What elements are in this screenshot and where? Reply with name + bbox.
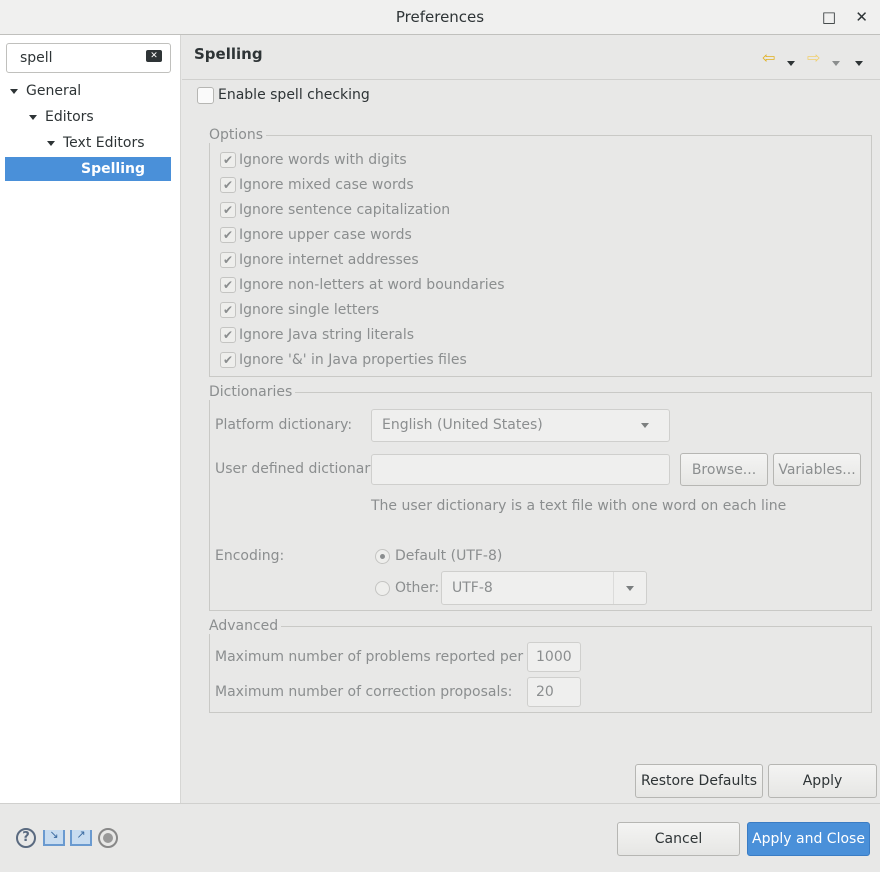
checkmark-icon[interactable]: ✔ bbox=[220, 202, 236, 218]
group-title: Options bbox=[209, 127, 267, 143]
close-icon[interactable]: ✕ bbox=[855, 0, 868, 34]
group-title: Advanced bbox=[209, 618, 282, 634]
user-dictionary-input[interactable] bbox=[371, 454, 670, 485]
checkmark-icon[interactable]: ✔ bbox=[220, 227, 236, 243]
option-label: Ignore sentence capitalization bbox=[239, 202, 451, 218]
record-icon[interactable] bbox=[98, 828, 118, 848]
cancel-button[interactable]: Cancel bbox=[617, 822, 740, 856]
tree-label: Spelling bbox=[81, 161, 145, 177]
view-menu-icon[interactable] bbox=[855, 55, 871, 71]
encoding-label: Encoding: bbox=[215, 548, 285, 564]
option-label: Ignore mixed case words bbox=[239, 177, 414, 193]
sidebar: spell ✕ General Editors Text Editors Spe… bbox=[0, 35, 181, 803]
platform-dictionary-label: Platform dictionary: bbox=[215, 417, 353, 433]
browse-button[interactable]: Browse... bbox=[680, 453, 768, 486]
platform-dictionary-select[interactable]: English (United States) bbox=[371, 409, 670, 442]
back-menu-icon[interactable] bbox=[787, 55, 803, 71]
other-encoding-combo[interactable]: UTF-8 bbox=[441, 571, 647, 605]
apply-button[interactable]: Apply bbox=[768, 764, 877, 798]
forward-menu-icon[interactable] bbox=[832, 55, 848, 71]
maximize-icon[interactable]: □ bbox=[822, 0, 836, 34]
select-value: English (United States) bbox=[382, 417, 543, 433]
expand-icon bbox=[47, 140, 55, 146]
options-group: Options ✔ Ignore words with digits ✔ Ignore… bbox=[209, 127, 872, 377]
option-label: Ignore Java string literals bbox=[239, 327, 415, 343]
dictionary-hint: The user dictionary is a text file with … bbox=[371, 498, 787, 514]
default-encoding-label: Default (UTF-8) bbox=[395, 548, 503, 564]
user-dictionary-label: User defined dictionary: bbox=[215, 461, 383, 477]
variables-button[interactable]: Variables... bbox=[773, 453, 861, 486]
checkbox-box[interactable] bbox=[197, 87, 214, 104]
filter-input[interactable]: spell ✕ bbox=[6, 43, 171, 73]
import-icon[interactable]: ↘ bbox=[43, 829, 65, 846]
dictionaries-group: Dictionaries Platform dictionary: Englis… bbox=[209, 384, 872, 611]
combo-value: UTF-8 bbox=[452, 580, 493, 596]
tree-label: Text Editors bbox=[63, 135, 145, 151]
help-icon[interactable]: ? bbox=[16, 828, 36, 848]
tree-item-general[interactable]: General bbox=[10, 79, 81, 103]
checkmark-icon[interactable]: ✔ bbox=[220, 277, 236, 293]
other-encoding-label: Other: bbox=[395, 580, 440, 596]
option-label: Ignore internet addresses bbox=[239, 252, 419, 268]
max-proposals-label: Maximum number of correction proposals: bbox=[215, 684, 513, 700]
window-title: Preferences bbox=[395, 8, 485, 26]
forward-arrow-icon[interactable]: ⇨ bbox=[807, 48, 820, 67]
max-problems-input[interactable]: 1000 bbox=[527, 642, 581, 672]
option-label: Ignore '&' in Java properties files bbox=[239, 352, 467, 368]
tree-item-editors[interactable]: Editors bbox=[29, 105, 94, 129]
title-bar: Preferences □ ✕ bbox=[0, 0, 880, 35]
option-label: Ignore words with digits bbox=[239, 152, 407, 168]
group-title: Dictionaries bbox=[209, 384, 296, 400]
tree-item-text-editors[interactable]: Text Editors bbox=[47, 131, 145, 155]
advanced-group: Advanced Maximum number of problems repo… bbox=[209, 618, 872, 713]
default-encoding-radio[interactable] bbox=[375, 549, 390, 564]
checkmark-icon[interactable]: ✔ bbox=[220, 252, 236, 268]
checkmark-icon[interactable]: ✔ bbox=[220, 152, 236, 168]
option-label: Ignore non-letters at word boundaries bbox=[239, 277, 505, 293]
checkbox-label: Enable spell checking bbox=[218, 87, 370, 103]
page-header: Spelling ⇦ ⇨ bbox=[182, 35, 880, 80]
chevron-down-icon bbox=[641, 410, 657, 441]
max-proposals-input[interactable]: 20 bbox=[527, 677, 581, 707]
expand-icon bbox=[10, 88, 18, 94]
chevron-down-icon[interactable] bbox=[613, 572, 646, 604]
expand-icon bbox=[29, 114, 37, 120]
checkmark-icon[interactable]: ✔ bbox=[220, 352, 236, 368]
tree-label: Editors bbox=[45, 109, 94, 125]
filter-text: spell bbox=[20, 50, 53, 66]
checkmark-icon[interactable]: ✔ bbox=[220, 302, 236, 318]
tree-item-spelling[interactable]: Spelling bbox=[5, 157, 171, 181]
restore-defaults-button[interactable]: Restore Defaults bbox=[635, 764, 763, 798]
page-title: Spelling bbox=[194, 45, 263, 63]
button-bar: ? ↘ ↗ Cancel Apply and Close bbox=[0, 803, 880, 872]
clear-icon[interactable]: ✕ bbox=[146, 50, 162, 62]
max-problems-label: Maximum number of problems reported per … bbox=[215, 649, 554, 665]
option-label: Ignore single letters bbox=[239, 302, 380, 318]
apply-and-close-button[interactable]: Apply and Close bbox=[747, 822, 870, 856]
checkmark-icon[interactable]: ✔ bbox=[220, 327, 236, 343]
export-icon[interactable]: ↗ bbox=[70, 829, 92, 846]
tree-label: General bbox=[26, 83, 82, 99]
option-label: Ignore upper case words bbox=[239, 227, 412, 243]
checkmark-icon[interactable]: ✔ bbox=[220, 177, 236, 193]
other-encoding-radio[interactable] bbox=[375, 581, 390, 596]
back-arrow-icon[interactable]: ⇦ bbox=[762, 48, 775, 67]
